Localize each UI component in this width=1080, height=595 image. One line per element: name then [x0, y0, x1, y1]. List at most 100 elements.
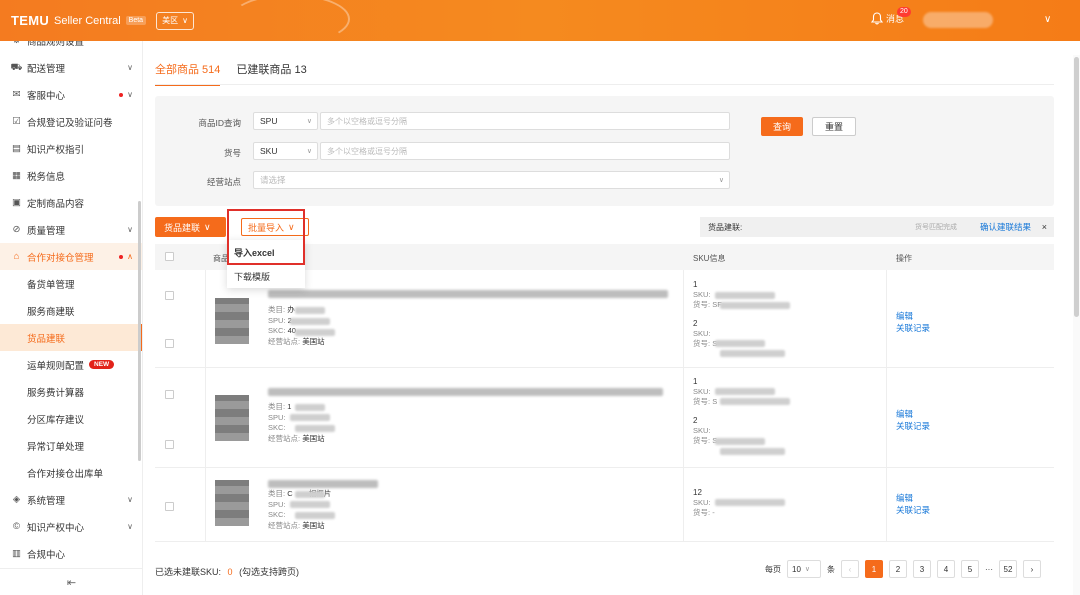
product-title[interactable]	[268, 290, 668, 298]
page-button[interactable]: 3	[913, 560, 931, 578]
product-title[interactable]	[268, 480, 378, 488]
page-button[interactable]: 5	[961, 560, 979, 578]
main-scrollbar[interactable]	[1073, 55, 1080, 595]
sidebar-subitem[interactable]: 货品建联	[0, 324, 142, 351]
prev-page-button[interactable]: ‹	[841, 560, 859, 578]
sidebar-item-label: 客服中心	[27, 90, 66, 102]
site-placeholder: 请选择	[260, 175, 286, 185]
code-type-select[interactable]: SKU ∨	[253, 142, 318, 160]
header-sku-info: SKU信息	[693, 254, 726, 263]
sidebar-item[interactable]: ⊘ 质量管理 ∨	[0, 216, 142, 243]
main-content: 全部商品 514 已建联商品 13 商品ID查询 SPU ∨ 多个以空格或逗号分…	[143, 41, 1080, 595]
edit-link[interactable]: 编辑	[896, 310, 930, 322]
chevron-down-icon: ∨	[127, 225, 133, 234]
product-thumbnail[interactable]	[215, 298, 249, 344]
sidebar-subitem[interactable]: 备货单管理	[0, 270, 142, 297]
sidebar-item[interactable]: ◈ 系统管理 ∨	[0, 486, 142, 513]
region-selector[interactable]: 美区 ∨	[156, 11, 194, 30]
match-status-text: 货号匹配完成	[915, 224, 957, 231]
sidebar-subitem[interactable]: 服务商建联	[0, 297, 142, 324]
sidebar-item[interactable]: ▣ 定制商品内容	[0, 189, 142, 216]
row-actions: 编辑 关联记录	[896, 492, 930, 516]
row-checkbox[interactable]	[165, 390, 174, 399]
collapse-sidebar-button[interactable]: ⇤	[0, 568, 142, 595]
product-title[interactable]	[268, 388, 663, 396]
edit-link[interactable]: 编辑	[896, 492, 930, 504]
row-checkbox[interactable]	[165, 291, 174, 300]
pagination-ellipsis[interactable]: ···	[985, 565, 993, 574]
row-checkbox[interactable]	[165, 339, 174, 348]
chevron-down-icon[interactable]: ∨	[1044, 14, 1051, 25]
page-button[interactable]: 4	[937, 560, 955, 578]
brand[interactable]: TEMU Seller Central Beta	[11, 13, 147, 28]
shield-check-icon: ⊘	[12, 224, 21, 235]
brand-logo: TEMU	[11, 13, 50, 28]
per-page-label: 每页	[765, 564, 781, 574]
page-size-select[interactable]: 10 ∨	[787, 560, 821, 578]
chevron-down-icon: ∨	[204, 221, 211, 232]
sidebar-scrollbar[interactable]	[138, 201, 141, 461]
row-checkbox[interactable]	[165, 502, 174, 511]
sidebar-subitem[interactable]: 服务费计算器	[0, 378, 142, 405]
sidebar-item-label: 定制商品内容	[27, 198, 85, 210]
chevron-down-icon: ∨	[306, 118, 312, 125]
item-code-input[interactable]: 多个以空格或逗号分隔	[320, 142, 730, 160]
next-page-button[interactable]: ›	[1023, 560, 1041, 578]
page-button[interactable]: 52	[999, 560, 1017, 578]
user-account[interactable]	[923, 12, 993, 28]
tab-linked-products[interactable]: 已建联商品 13	[236, 61, 306, 86]
row-checkbox[interactable]	[165, 440, 174, 449]
close-icon[interactable]: ×	[1042, 222, 1047, 232]
link-records-link[interactable]: 关联记录	[896, 420, 930, 432]
sidebar-subitem-label: 异常订单处理	[27, 441, 85, 453]
sidebar-subitem-label: 分区库存建议	[27, 414, 85, 426]
link-records-link[interactable]: 关联记录	[896, 322, 930, 334]
product-thumbnail[interactable]	[215, 480, 249, 526]
notification-button[interactable]: 消息 20	[871, 7, 911, 25]
tab-all-products[interactable]: 全部商品 514	[155, 61, 221, 86]
sidebar-item[interactable]: ⛟ 配送管理 ∨	[0, 54, 142, 81]
edit-link[interactable]: 编辑	[896, 408, 930, 420]
sidebar-item[interactable]: ☑ 合规登记及验证问卷	[0, 108, 142, 135]
product-thumbnail[interactable]	[215, 395, 249, 441]
sku-info: 1 SKU: 货号: S 2 SKU: 货号: S	[693, 377, 718, 445]
site-select[interactable]: 请选择 ∨	[253, 171, 730, 189]
sidebar-item[interactable]: ▥ 合规中心	[0, 540, 142, 567]
sidebar-subitem[interactable]: 异常订单处理	[0, 432, 142, 459]
sidebar-subitem[interactable]: 运单规则配置 NEW	[0, 351, 142, 378]
selected-count: 0	[227, 567, 233, 577]
sidebar-subitem-label: 备货单管理	[27, 279, 75, 291]
truck-icon: ⛟	[10, 61, 23, 73]
document-icon: ▦	[12, 170, 21, 181]
file-icon: ▥	[12, 548, 21, 559]
confirm-link-result-link[interactable]: 确认建联结果	[980, 221, 1031, 233]
sidebar-item[interactable]: ⚙ 商品规则设置	[0, 41, 142, 54]
sidebar-item-label: 商品规则设置	[27, 41, 85, 48]
sidebar-subitem[interactable]: 分区库存建议	[0, 405, 142, 432]
query-button[interactable]: 查询	[761, 117, 803, 136]
collapse-icon: ⇤	[66, 576, 77, 589]
book-icon: ▤	[12, 143, 21, 154]
sidebar-item[interactable]: ✉ 客服中心 ∨	[0, 81, 142, 108]
menu-item-download-template[interactable]: 下载模版	[227, 264, 305, 288]
sidebar-item[interactable]: © 知识产权中心 ∨	[0, 513, 142, 540]
sidebar-item[interactable]: ▦ 税务信息	[0, 162, 142, 189]
product-id-input[interactable]: 多个以空格或逗号分隔	[320, 112, 730, 130]
page-button[interactable]: 1	[865, 560, 883, 578]
sidebar-item-label: 知识产权中心	[27, 522, 85, 534]
sidebar-subitem[interactable]: 合作对接仓出库单	[0, 459, 142, 486]
sidebar-item[interactable]: ▤ 知识产权指引	[0, 135, 142, 162]
sidebar-item[interactable]: ⌂ 合作对接仓管理 ∧	[0, 243, 142, 270]
link-records-link[interactable]: 关联记录	[896, 504, 930, 516]
product-id-label: 商品ID查询	[198, 118, 241, 128]
sidebar-item-label: 质量管理	[27, 225, 66, 237]
select-all-checkbox[interactable]	[165, 252, 174, 261]
selected-label: 已选未建联SKU:	[155, 567, 222, 577]
page-button[interactable]: 2	[889, 560, 907, 578]
sku-info: 12 SKU: 货号: -	[693, 488, 715, 517]
chevron-down-icon: ∨	[182, 16, 188, 25]
table-row: 类目: C 相框片 SPU: SKC: 经营站点: 美国站 12 SKU: 货号…	[155, 468, 1054, 542]
reset-button[interactable]: 重置	[812, 117, 856, 136]
link-goods-button[interactable]: 货品建联 ∨	[155, 217, 226, 237]
id-type-select[interactable]: SPU ∨	[253, 112, 318, 130]
